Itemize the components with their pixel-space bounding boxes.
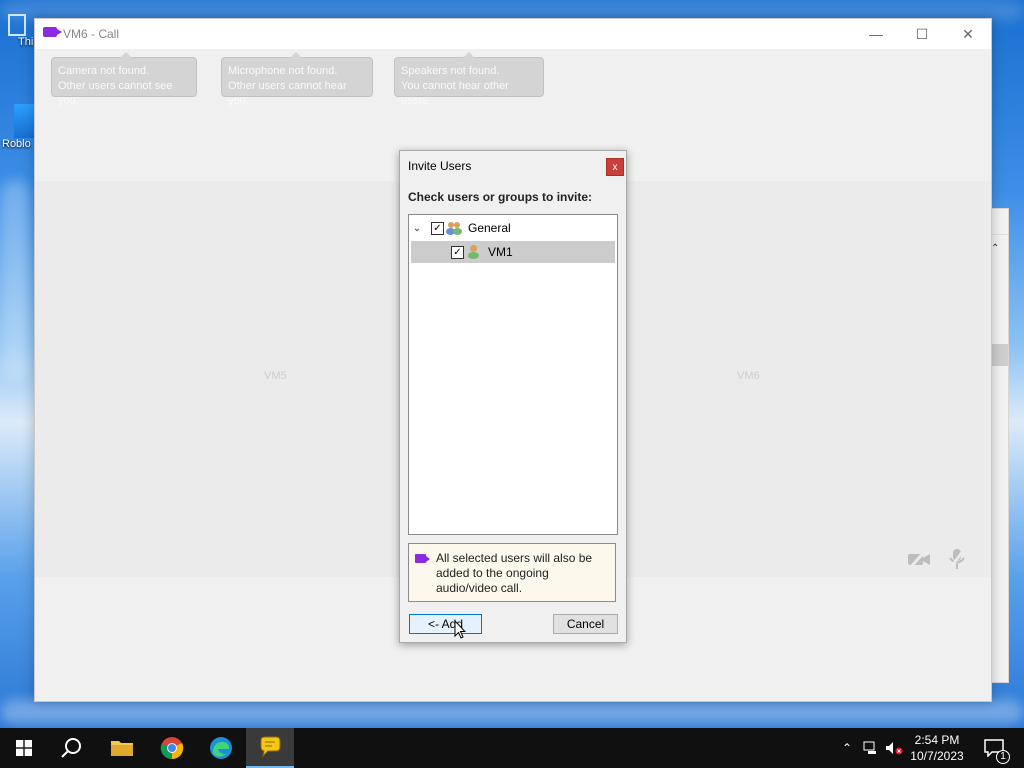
chrome-button[interactable]	[148, 728, 196, 768]
notification-count: 1	[996, 750, 1010, 764]
desktop-icon-this-pc[interactable]: Thi	[0, 14, 36, 48]
search-icon	[61, 738, 81, 758]
search-button[interactable]	[48, 728, 96, 768]
edge-icon	[210, 737, 232, 759]
notice-line: Camera not found.	[58, 65, 150, 77]
notice-line: Other users cannot hear you.	[228, 80, 347, 107]
notice-line: You cannot hear other users.	[401, 80, 509, 107]
mouse-cursor-icon	[454, 620, 466, 639]
file-explorer-button[interactable]	[98, 728, 146, 768]
wallpaper-streak	[0, 180, 30, 380]
dialog-title: Invite Users	[408, 159, 472, 173]
add-button[interactable]: <- Add	[409, 614, 482, 634]
group-icon	[446, 221, 462, 235]
wallpaper-streak	[0, 700, 1024, 724]
chat-bubble-icon	[260, 736, 281, 758]
invite-users-dialog: Invite Users x Check users or groups to …	[399, 150, 627, 643]
info-text: All selected users will also be added to…	[436, 551, 593, 595]
checkbox[interactable]: ✓	[431, 221, 444, 235]
edge-button[interactable]	[197, 728, 245, 768]
checkbox[interactable]: ✓	[451, 245, 464, 259]
taskbar: ⌃ 2:54 PM 10/7/2023 1	[0, 728, 1024, 768]
tree-item-general[interactable]: ⌄ ✓ General	[411, 217, 615, 239]
chevron-up-icon: ⌃	[841, 741, 853, 755]
show-hidden-icons-button[interactable]: ⌃	[838, 728, 856, 768]
cancel-button[interactable]: Cancel	[553, 614, 618, 634]
user-icon	[466, 245, 482, 259]
start-button[interactable]	[0, 728, 48, 768]
network-icon[interactable]	[862, 728, 880, 768]
notification-center-button[interactable]: 1	[980, 728, 1010, 768]
microphone-notice: Microphone not found. Other users cannot…	[221, 52, 373, 107]
notice-line: Microphone not found.	[228, 65, 338, 77]
maximize-button[interactable]: ☐	[899, 19, 945, 49]
user-tree[interactable]: ⌄ ✓ General ✓ VM1	[408, 214, 618, 535]
wallpaper-streak	[0, 0, 1024, 20]
tree-item-label: General	[468, 221, 511, 235]
chevron-down-icon[interactable]: ⌄	[411, 223, 423, 234]
clock-date: 10/7/2023	[910, 749, 964, 763]
clock[interactable]: 2:54 PM 10/7/2023	[904, 732, 970, 764]
list-item[interactable]	[991, 344, 1008, 366]
desktop-icon-label: Thi	[18, 36, 34, 48]
camera-off-icon[interactable]	[905, 547, 933, 571]
chat-app-button[interactable]	[246, 728, 294, 768]
monitor-icon	[8, 14, 26, 36]
video-camera-icon	[43, 27, 62, 37]
close-button[interactable]: ✕	[945, 19, 991, 49]
info-box: All selected users will also be added to…	[408, 543, 616, 602]
dialog-prompt: Check users or groups to invite:	[408, 190, 593, 204]
desktop-icon-label: Roblo	[2, 138, 31, 150]
desktop-icon-roblox[interactable]: Roblo	[0, 104, 36, 150]
windows-icon	[16, 740, 32, 756]
close-button[interactable]: x	[606, 158, 624, 176]
volume-muted-icon[interactable]	[884, 728, 904, 768]
shortcut-icon	[14, 104, 34, 138]
chrome-icon	[160, 737, 184, 760]
camera-notice: Camera not found. Other users cannot see…	[51, 52, 197, 107]
chevron-up-icon[interactable]: ⌃	[991, 243, 999, 254]
title-bar[interactable]: VM6 - Call — ☐ ✕	[35, 19, 991, 49]
participant-label-right: VM6	[737, 370, 760, 382]
minimize-button[interactable]: —	[853, 19, 899, 49]
speakers-notice: Speakers not found. You cannot hear othe…	[394, 52, 544, 107]
tree-item-label: VM1	[488, 245, 513, 259]
mic-off-icon[interactable]	[943, 547, 971, 571]
video-camera-icon	[415, 554, 430, 563]
notice-line: Other users cannot see you.	[58, 80, 173, 107]
clock-time: 2:54 PM	[914, 733, 960, 747]
window-title: VM6 - Call	[63, 27, 120, 41]
folder-icon	[111, 741, 133, 756]
tree-item-vm1[interactable]: ✓ VM1	[411, 241, 615, 263]
participant-label-left: VM5	[264, 370, 287, 382]
notice-line: Speakers not found.	[401, 65, 500, 77]
